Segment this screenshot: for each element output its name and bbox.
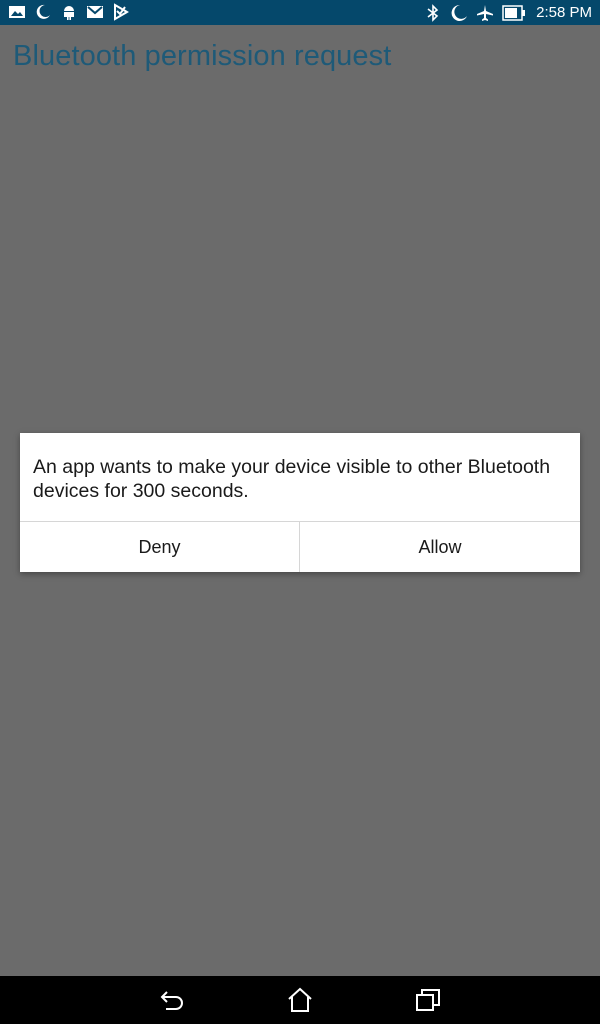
back-icon [160, 991, 183, 1010]
bluetooth-icon [424, 3, 442, 22]
status-bar: 2:58 PM [0, 0, 600, 25]
dialog-message: An app wants to make your device visible… [33, 456, 551, 502]
system-icons: 2:58 PM [424, 3, 592, 22]
airplane-mode-icon [476, 4, 494, 22]
android-icon [60, 3, 78, 21]
play-store-icon [112, 3, 130, 21]
moon-icon [34, 3, 52, 21]
home-button[interactable] [280, 984, 320, 1016]
deny-button[interactable]: Deny [20, 522, 299, 572]
clock: 2:58 PM [536, 4, 592, 21]
notification-icons [8, 3, 130, 21]
recent-apps-button[interactable] [408, 984, 448, 1016]
gmail-icon [86, 3, 104, 21]
bluetooth-permission-dialog: An app wants to make your device visible… [20, 433, 580, 572]
back-button[interactable] [152, 984, 192, 1016]
navigation-bar [0, 976, 600, 1024]
recent-apps-icon [416, 989, 440, 1011]
allow-button[interactable]: Allow [300, 522, 580, 572]
do-not-disturb-icon [450, 4, 468, 22]
battery-icon [502, 4, 526, 22]
page-title: Bluetooth permission request [13, 40, 392, 72]
home-icon [288, 987, 312, 1012]
image-icon [8, 3, 26, 21]
